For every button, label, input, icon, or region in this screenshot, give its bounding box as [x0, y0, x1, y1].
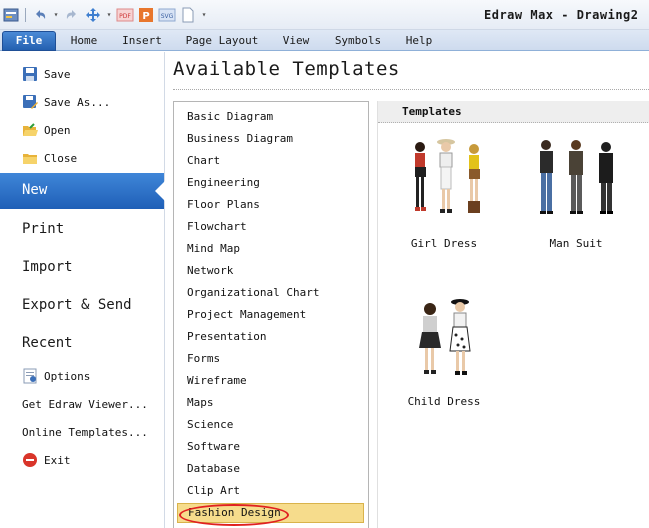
category-forms[interactable]: Forms: [177, 349, 364, 369]
template-man-suit-label: Man Suit: [549, 237, 603, 250]
dropdown-icon[interactable]: ▾: [52, 6, 60, 24]
nav-recent[interactable]: Recent: [22, 331, 73, 355]
nav-import[interactable]: Import: [22, 255, 73, 279]
category-mind-map[interactable]: Mind Map: [177, 239, 364, 259]
nav-options-label: Options: [44, 369, 91, 383]
tab-file[interactable]: File: [2, 31, 56, 51]
tab-home[interactable]: Home: [66, 33, 102, 50]
save-icon: [22, 66, 38, 82]
save-as-icon: [22, 94, 38, 110]
template-man-suit[interactable]: Man Suit: [516, 135, 636, 265]
tab-help[interactable]: Help: [403, 33, 435, 50]
app-icon[interactable]: [2, 6, 20, 24]
category-flowchart[interactable]: Flowchart: [177, 217, 364, 237]
nav-exit-label: Exit: [44, 453, 71, 467]
templates-header: Templates: [378, 101, 649, 123]
undo-icon[interactable]: [31, 6, 49, 24]
nav-get-viewer[interactable]: Get Edraw Viewer...: [22, 394, 148, 414]
template-girl-dress[interactable]: Girl Dress: [384, 135, 504, 265]
exit-icon: [22, 452, 38, 468]
svg-text:SVG: SVG: [161, 13, 174, 20]
nav-save-as[interactable]: Save As...: [22, 92, 110, 112]
tab-insert[interactable]: Insert: [119, 33, 165, 50]
nav-online-templates[interactable]: Online Templates...: [22, 422, 148, 442]
nav-exit[interactable]: Exit: [22, 450, 71, 470]
nav-close[interactable]: Close: [22, 148, 77, 168]
nav-options[interactable]: Options: [22, 366, 90, 386]
move-icon[interactable]: [84, 6, 102, 24]
svg-icon[interactable]: SVG: [158, 6, 176, 24]
category-organizational-chart[interactable]: Organizational Chart: [177, 283, 364, 303]
close-folder-icon: [22, 150, 38, 166]
category-presentation[interactable]: Presentation: [177, 327, 364, 347]
child-dress-thumbnail: [419, 299, 471, 375]
quick-access-toolbar: ▾ ▾ PDF P SVG ▾: [2, 5, 208, 25]
svg-text:P: P: [142, 11, 149, 22]
category-fashion-design[interactable]: Fashion Design: [177, 503, 364, 526]
templates-panel: Templates Girl Dress Man Suit Child Dres…: [377, 101, 649, 528]
category-database[interactable]: Database: [177, 459, 364, 479]
page-title: Available Templates: [173, 58, 400, 80]
nav-save[interactable]: Save: [22, 64, 71, 84]
category-business-diagram[interactable]: Business Diagram: [177, 129, 364, 149]
new-page-icon[interactable]: [179, 6, 197, 24]
options-icon: [22, 368, 38, 384]
category-network[interactable]: Network: [177, 261, 364, 281]
heading-divider: [173, 89, 649, 90]
nav-save-label: Save: [44, 67, 71, 81]
nav-open-label: Open: [44, 123, 71, 137]
nav-close-label: Close: [44, 151, 78, 165]
man-suit-thumbnail: [540, 140, 613, 214]
redo-icon[interactable]: [63, 6, 81, 24]
ppt-icon[interactable]: P: [137, 6, 155, 24]
tab-page-layout[interactable]: Page Layout: [185, 33, 259, 50]
template-child-dress[interactable]: Child Dress: [384, 293, 504, 423]
girl-dress-thumbnail: [415, 139, 480, 213]
category-project-management[interactable]: Project Management: [177, 305, 364, 325]
nav-save-as-label: Save As...: [44, 95, 111, 109]
category-clip-art[interactable]: Clip Art: [177, 481, 364, 501]
category-software[interactable]: Software: [177, 437, 364, 457]
tab-view[interactable]: View: [281, 33, 311, 50]
category-basic-diagram[interactable]: Basic Diagram: [177, 107, 364, 127]
tab-symbols[interactable]: Symbols: [332, 33, 384, 50]
dropdown-icon[interactable]: ▾: [105, 6, 113, 24]
selection-arrow: [155, 181, 165, 201]
category-floor-plans[interactable]: Floor Plans: [177, 195, 364, 215]
nav-export-send[interactable]: Export & Send: [22, 293, 132, 317]
window-title: Edraw Max - Drawing2: [484, 8, 639, 22]
separator: [25, 8, 26, 22]
customize-toolbar-icon[interactable]: ▾: [200, 6, 208, 24]
title-bar: ▾ ▾ PDF P SVG ▾ Edraw Max - Drawing2: [0, 0, 649, 30]
category-engineering[interactable]: Engineering: [177, 173, 364, 193]
category-maps[interactable]: Maps: [177, 393, 364, 413]
backstage-nav: Save Save As... Open Close New Print Imp…: [0, 52, 165, 528]
svg-text:PDF: PDF: [119, 13, 131, 20]
category-science[interactable]: Science: [177, 415, 364, 435]
category-list: Basic Diagram Business Diagram Chart Eng…: [173, 101, 369, 528]
ribbon-tabs: File Home Insert Page Layout View Symbol…: [0, 30, 649, 51]
category-wireframe[interactable]: Wireframe: [177, 371, 364, 391]
nav-new[interactable]: New: [0, 173, 165, 209]
template-child-dress-label: Child Dress: [407, 395, 481, 408]
highlight-annotation: [179, 504, 289, 526]
pdf-icon[interactable]: PDF: [116, 6, 134, 24]
nav-new-label: New: [22, 182, 48, 198]
open-icon: [22, 122, 38, 138]
template-girl-dress-label: Girl Dress: [410, 237, 478, 250]
category-chart[interactable]: Chart: [177, 151, 364, 171]
nav-print[interactable]: Print: [22, 217, 64, 241]
nav-open[interactable]: Open: [22, 120, 71, 140]
